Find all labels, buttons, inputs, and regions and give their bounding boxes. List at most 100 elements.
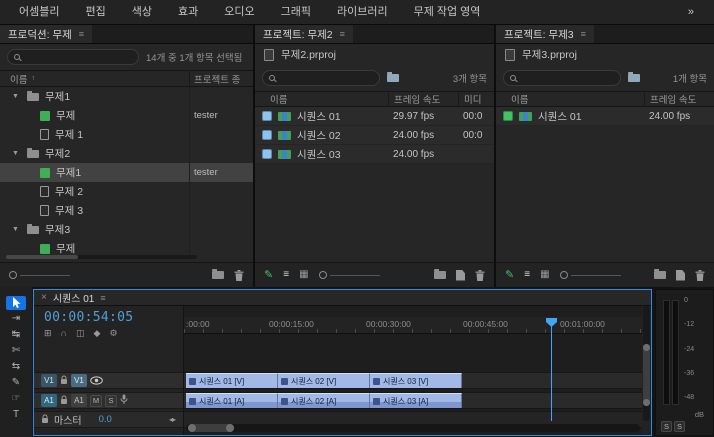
track-target-v1[interactable]: V1 <box>71 374 87 387</box>
zoom-slider-knob[interactable] <box>319 271 327 279</box>
panel-menu-icon[interactable]: ≡ <box>79 29 84 39</box>
tree-row-selected[interactable]: 무제1 tester <box>0 163 253 182</box>
zoom-handle-left[interactable] <box>188 424 196 432</box>
label-chip[interactable] <box>262 149 272 159</box>
project2-file-row[interactable]: 무제2.prproj <box>255 44 494 65</box>
label-chip[interactable] <box>262 111 272 121</box>
zoom-slider-track[interactable] <box>20 275 70 276</box>
project3-search-box[interactable] <box>503 70 621 86</box>
timeline-vscrollbar[interactable] <box>643 306 650 421</box>
new-bin-icon[interactable] <box>654 271 666 279</box>
menu-item-workspace[interactable]: 무제 작업 영역 <box>401 0 494 25</box>
new-bin-icon[interactable] <box>212 271 224 279</box>
writable-toggle-icon[interactable]: ✎ <box>264 270 273 281</box>
close-icon[interactable]: × <box>41 292 47 303</box>
column-header-name[interactable]: 이름 <box>496 92 644 106</box>
disclosure-icon[interactable]: ▼ <box>12 93 21 100</box>
column-header-name[interactable]: 이름 <box>255 92 388 106</box>
production-search-input[interactable] <box>25 52 132 63</box>
project3-search-input[interactable] <box>521 73 614 84</box>
list-item[interactable]: 시퀀스 01 24.00 fps <box>496 107 714 126</box>
timeline-tab-label[interactable]: 시퀀스 01 <box>53 290 95 305</box>
new-item-icon[interactable] <box>676 270 685 281</box>
search-bin-icon[interactable] <box>387 74 399 82</box>
lock-icon[interactable] <box>41 411 49 429</box>
list-item[interactable]: 시퀀스 03 24.00 fps <box>255 145 494 164</box>
icon-view-icon[interactable]: ▦ <box>540 270 549 280</box>
tree-row[interactable]: ▼무제2 <box>0 144 253 163</box>
column-header-fps[interactable]: 프레임 속도 <box>644 92 714 106</box>
disclosure-icon[interactable]: ▼ <box>12 150 21 157</box>
zoom-handle-right[interactable] <box>226 424 234 432</box>
delete-icon[interactable] <box>695 270 705 281</box>
hscrollbar-handle[interactable] <box>188 424 234 432</box>
new-item-icon[interactable] <box>456 270 465 281</box>
vzoom-handle-top[interactable] <box>643 344 650 351</box>
zoom-slider-track[interactable] <box>330 275 380 276</box>
zoom-slider-knob[interactable] <box>560 271 568 279</box>
timeline-settings-icon[interactable]: ⚙ <box>109 329 117 338</box>
playhead-timecode[interactable]: 00:00:54:05 <box>44 310 183 325</box>
list-item[interactable]: 시퀀스 02 24.00 fps 00:0 <box>255 126 494 145</box>
linked-selection-icon[interactable]: ◫ <box>76 329 85 338</box>
menu-item-graphics[interactable]: 그래픽 <box>268 0 324 25</box>
list-view-icon[interactable]: ≡ <box>283 270 289 280</box>
source-patch-v1[interactable]: V1 <box>41 374 57 387</box>
hand-tool[interactable]: ☞ <box>6 392 26 406</box>
selection-tool[interactable] <box>6 296 26 310</box>
menu-item-audio[interactable]: 오디오 <box>211 0 267 25</box>
snap-icon[interactable]: ∩ <box>61 329 67 338</box>
writable-toggle-icon[interactable]: ✎ <box>505 270 514 281</box>
pen-tool[interactable]: ✎ <box>6 376 26 390</box>
menu-item-color[interactable]: 색상 <box>119 0 165 25</box>
audio-clip[interactable]: 시퀀스 01 [A] <box>186 393 278 408</box>
vzoom-handle-bottom[interactable] <box>643 399 650 406</box>
master-volume-value[interactable]: 0.0 <box>99 414 112 425</box>
search-bin-icon[interactable] <box>628 74 640 82</box>
keyframe-nav-icon[interactable]: ◂▸ <box>169 415 175 424</box>
column-header-media[interactable]: 미디 <box>458 92 494 106</box>
lock-icon[interactable] <box>60 372 68 390</box>
video-clip[interactable]: 시퀀스 01 [V] <box>186 373 278 388</box>
tree-row[interactable]: 무제 3 <box>0 201 253 220</box>
razor-tool[interactable]: ✄ <box>6 344 26 358</box>
list-view-icon[interactable]: ≡ <box>524 270 530 280</box>
delete-icon[interactable] <box>475 270 485 281</box>
tree-row[interactable]: ▼무제1 <box>0 87 253 106</box>
menu-item-edit[interactable]: 편집 <box>72 0 118 25</box>
project2-search-input[interactable] <box>280 73 373 84</box>
scrollbar-handle[interactable] <box>6 255 78 259</box>
playhead-line[interactable] <box>551 318 552 421</box>
time-ruler[interactable]: :00:00 00:00:15:00 00:00:30:00 00:00:45:… <box>184 317 642 334</box>
audio-clip[interactable]: 시퀀스 02 [A] <box>278 393 370 408</box>
track-target-a1[interactable]: A1 <box>71 394 87 407</box>
delete-icon[interactable] <box>234 270 244 281</box>
disclosure-icon[interactable]: ▼ <box>12 226 21 233</box>
panel-menu-icon[interactable]: ≡ <box>100 293 105 303</box>
vscrollbar-handle[interactable] <box>643 344 650 406</box>
ripple-edit-tool[interactable]: ↹ <box>6 328 26 342</box>
toggle-track-output-eye-icon[interactable] <box>90 372 103 390</box>
label-chip[interactable] <box>503 111 513 121</box>
tree-row[interactable]: 무제 1 <box>0 125 253 144</box>
tree-row[interactable]: 무제 2 <box>0 182 253 201</box>
production-hscrollbar[interactable] <box>6 255 197 259</box>
audio-clip[interactable]: 시퀀스 03 [A] <box>370 393 462 408</box>
column-header-name[interactable]: 이름 ↑ <box>0 72 189 86</box>
tree-row[interactable]: 무제 tester <box>0 106 253 125</box>
timeline-hscrollbar[interactable] <box>186 424 640 432</box>
nest-sequence-icon[interactable]: ⊞ <box>44 329 52 338</box>
icon-view-icon[interactable]: ▦ <box>299 270 308 280</box>
tab-project3[interactable]: 프로젝트: 무제3 ≡ <box>496 25 594 43</box>
mute-button[interactable]: M <box>90 395 102 407</box>
project3-file-row[interactable]: 무제3.prproj <box>496 44 714 65</box>
workspace-overflow-icon[interactable]: » <box>674 6 708 18</box>
tab-project2[interactable]: 프로젝트: 무제2 ≡ <box>255 25 353 43</box>
slip-tool[interactable]: ⇆ <box>6 360 26 374</box>
zoom-slider-knob[interactable] <box>9 271 17 279</box>
zoom-slider-track[interactable] <box>571 275 621 276</box>
new-bin-icon[interactable] <box>434 271 446 279</box>
project2-search-box[interactable] <box>262 70 380 86</box>
solo-left-button[interactable]: S <box>661 421 672 432</box>
label-chip[interactable] <box>262 130 272 140</box>
